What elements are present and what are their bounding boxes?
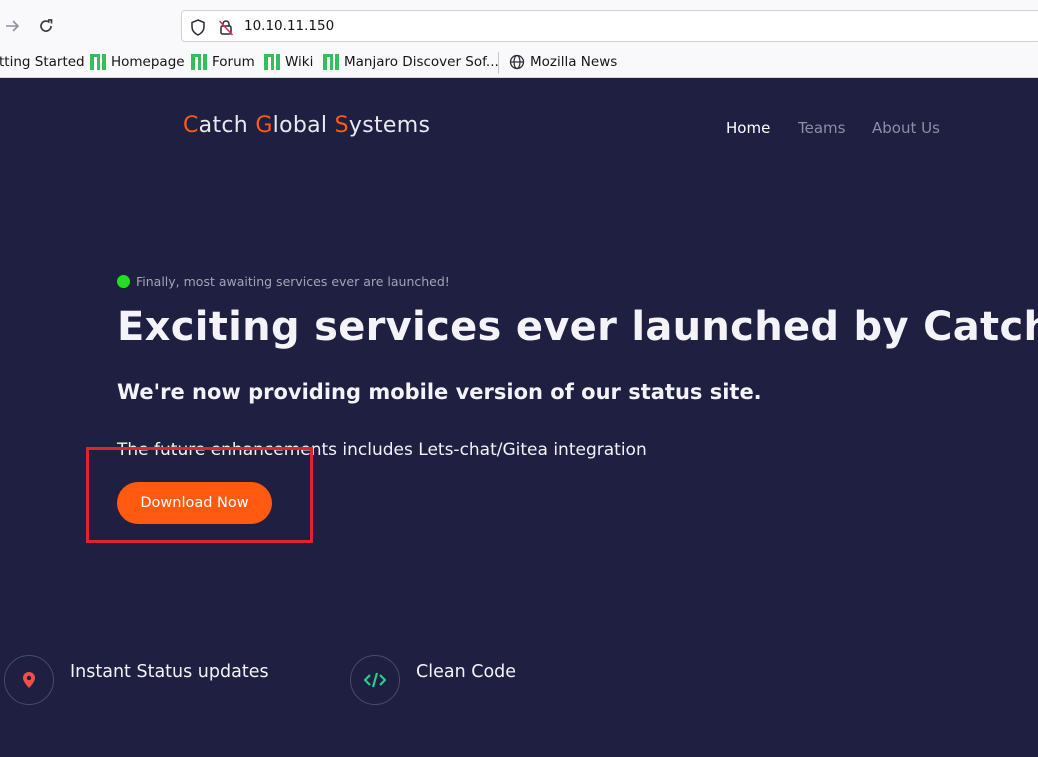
bookmark-label: Homepage [111,54,185,70]
bookmarks-bar: tting Started Homepage Forum Wiki Manjar… [0,50,1038,74]
bookmark-forum[interactable]: Forum [191,52,255,72]
manjaro-icon [90,54,106,70]
nav-home-link[interactable]: Home [726,119,770,137]
bookmark-getting-started[interactable]: tting Started [0,52,85,72]
manjaro-icon [264,54,280,70]
hero-subtitle: We're now providing mobile version of ou… [117,380,762,404]
bookmark-label: Forum [212,54,255,70]
browser-toolbar: 10.10.11.150 tting Started Homepage Foru… [0,0,1038,78]
brand-letter: G [255,113,273,138]
bookmark-separator [498,52,499,74]
site-logo[interactable]: Catch Global Systems [183,113,430,138]
bookmark-label: tting Started [0,54,85,70]
manjaro-icon [191,54,207,70]
url-bar[interactable]: 10.10.11.150 [181,10,1038,42]
bookmark-mozilla-news[interactable]: Mozilla News [509,52,617,72]
brand-letter: S [334,113,349,138]
brand-letter: C [183,113,199,138]
bookmark-homepage[interactable]: Homepage [90,52,185,72]
manjaro-icon [323,54,339,70]
status-announcement: Finally, most awaiting services ever are… [117,274,450,289]
shield-icon[interactable] [188,17,208,37]
location-pin-icon [4,655,54,705]
red-highlight-annotation [86,447,313,543]
hero-title: Exciting services ever launched by Catch… [117,304,1038,350]
bookmark-wiki[interactable]: Wiki [264,52,313,72]
bookmark-label: Wiki [285,54,314,70]
back-arrow-icon[interactable] [0,14,24,38]
insecure-lock-icon[interactable] [216,17,236,37]
status-text: Finally, most awaiting services ever are… [136,274,450,289]
url-text[interactable]: 10.10.11.150 [244,18,334,34]
web-page: Catch Global Systems Home Teams About Us… [0,78,1038,757]
brand-text: lobal [272,113,335,138]
bookmark-label: Mozilla News [530,54,618,70]
globe-icon [509,54,525,70]
feature-title: Clean Code [416,662,517,682]
brand-text: ystems [348,113,431,138]
reload-icon[interactable] [34,14,58,38]
bookmark-label: Manjaro Discover Sof... [344,54,499,70]
bookmark-manjaro-discover[interactable]: Manjaro Discover Sof... [323,52,499,72]
feature-title: Instant Status updates [70,662,269,682]
brand-text: atch [198,113,256,138]
status-dot-icon [117,275,130,288]
nav-about-link[interactable]: About Us [872,119,940,137]
nav-teams-link[interactable]: Teams [798,119,845,137]
code-icon [350,655,400,705]
